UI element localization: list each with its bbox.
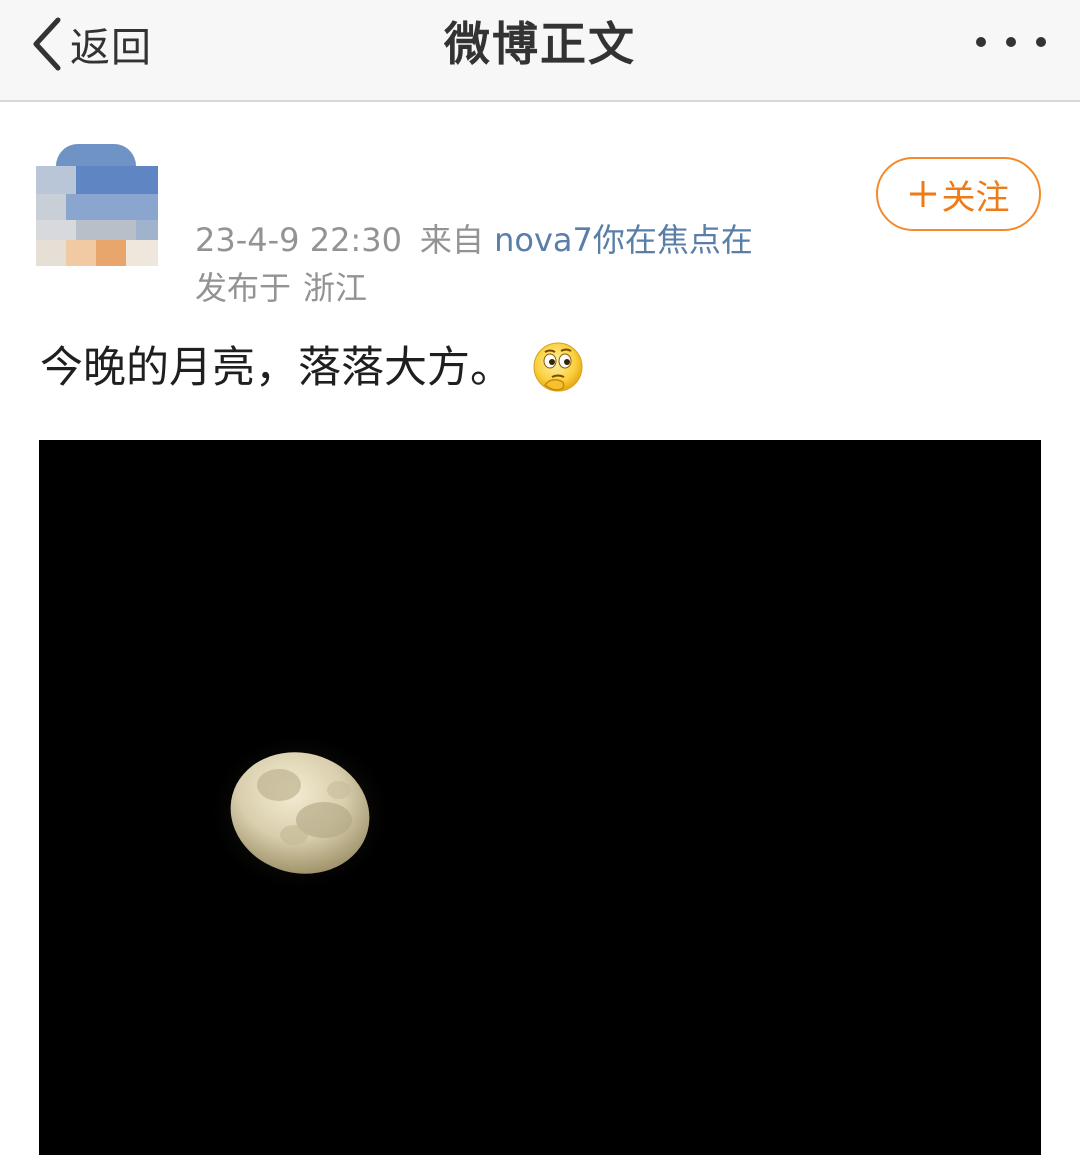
avatar[interactable] <box>36 144 158 266</box>
thinking-emoji-icon <box>531 341 585 395</box>
post-text-content: 今晚的月亮，落落大方。 <box>40 343 513 393</box>
moon-photo[interactable] <box>39 440 1041 1155</box>
post-location: 发布于 浙江 <box>195 266 367 310</box>
more-dots-icon <box>1036 37 1046 47</box>
source-device-link[interactable]: nova7你在焦点在 <box>494 221 753 259</box>
more-dots-icon <box>976 37 986 47</box>
top-navbar: 返回 微博正文 <box>0 0 1080 102</box>
post-timestamp: 23-4-9 22:30 <box>195 221 402 259</box>
follow-button[interactable]: 关注 <box>876 157 1041 231</box>
location-prefix: 发布于 <box>195 269 292 307</box>
more-dots-icon <box>1006 37 1016 47</box>
post-meta: 23-4-9 22:30 来自 nova7你在焦点在 <box>195 218 753 262</box>
author-name-blurred[interactable] <box>193 156 491 200</box>
more-options-button[interactable] <box>976 30 1046 54</box>
follow-label: 关注 <box>941 177 1010 218</box>
post-text: 今晚的月亮，落落大方。 <box>40 338 585 398</box>
source-prefix: 来自 <box>419 221 484 259</box>
page-title: 微博正文 <box>444 17 636 71</box>
location-name: 浙江 <box>303 269 368 307</box>
plus-icon <box>908 179 942 209</box>
